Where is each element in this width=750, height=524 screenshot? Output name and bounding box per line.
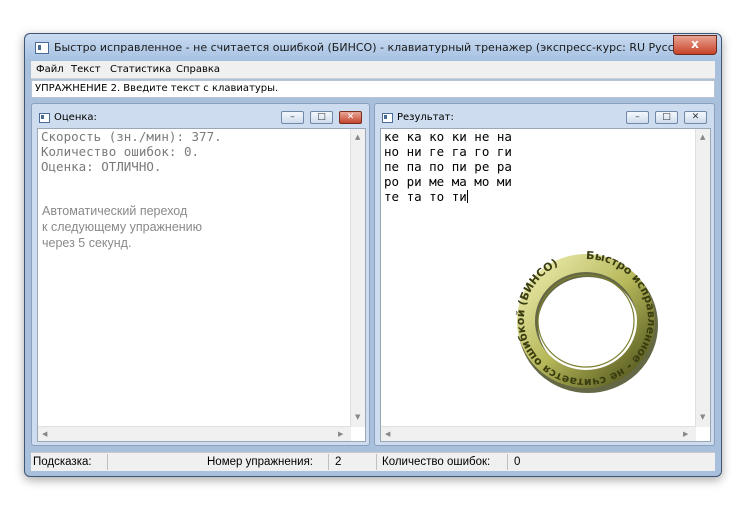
- scroll-right-icon[interactable]: ▶: [683, 430, 688, 438]
- error-count-label: Количество ошибок:: [382, 456, 491, 468]
- score-pane-title: Оценка:: [54, 112, 97, 123]
- app-icon: [35, 42, 49, 54]
- maximize-icon[interactable]: □: [655, 111, 678, 124]
- pane-icon: [39, 113, 50, 123]
- close-icon[interactable]: ✕: [684, 111, 707, 124]
- result-content[interactable]: ке ка ко ки не на но ни ге га го ги пе п…: [380, 128, 711, 442]
- pane-icon: [382, 113, 393, 123]
- score-content: Скорость (зн./мин): 377. Количество ошиб…: [37, 128, 366, 442]
- status-separator: [328, 454, 329, 470]
- minimize-icon[interactable]: –: [626, 111, 649, 124]
- horizontal-scrollbar[interactable]: ◀ ▶: [381, 426, 696, 441]
- vertical-scrollbar[interactable]: ▲ ▼: [350, 129, 365, 427]
- auto-line-2: к следующему упражнению: [42, 220, 203, 234]
- ring-logo: Быстро исправленное - не считается ошибк…: [514, 249, 658, 393]
- close-icon[interactable]: ✕: [339, 111, 362, 124]
- vertical-scrollbar[interactable]: ▲ ▼: [695, 129, 710, 427]
- window-title: Быстро исправленное - не считается ошибк…: [54, 41, 699, 54]
- scroll-up-icon[interactable]: ▲: [700, 133, 705, 141]
- minimize-icon[interactable]: –: [281, 111, 304, 124]
- result-line-4: ро ри ме ма мо ми: [384, 174, 512, 189]
- result-line-5: те та то ти: [384, 189, 468, 204]
- grade-line: Оценка: ОТЛИЧНО.: [41, 159, 162, 174]
- scroll-down-icon[interactable]: ▼: [700, 413, 705, 421]
- exercise-header-text: УПРАЖНЕНИЕ 2. Введите текст с клавиатуры…: [35, 83, 279, 94]
- title-bar[interactable]: Быстро исправленное - не считается ошибк…: [25, 34, 721, 60]
- main-window: Быстро исправленное - не считается ошибк…: [24, 33, 722, 477]
- menu-file[interactable]: Файл: [36, 64, 64, 75]
- horizontal-scrollbar[interactable]: ◀ ▶: [38, 426, 351, 441]
- menu-help[interactable]: Справка: [176, 64, 220, 75]
- status-separator: [107, 454, 108, 470]
- exercise-number-value: 2: [335, 456, 342, 468]
- scroll-right-icon[interactable]: ▶: [338, 430, 343, 438]
- scroll-left-icon[interactable]: ◀: [385, 430, 390, 438]
- scroll-down-icon[interactable]: ▼: [355, 413, 360, 421]
- errors-line: Количество ошибок: 0.: [41, 144, 200, 159]
- status-separator: [376, 454, 377, 470]
- exercise-header: УПРАЖНЕНИЕ 2. Введите текст с клавиатуры…: [31, 80, 715, 98]
- result-pane-title: Результат:: [397, 112, 454, 123]
- menu-statistics[interactable]: Статистика: [110, 64, 171, 75]
- close-button[interactable]: x: [673, 35, 717, 55]
- score-pane: Оценка: – □ ✕ Скорость (зн./мин): 377. К…: [31, 103, 370, 446]
- result-line-1: ке ка ко ки не на: [384, 129, 512, 144]
- error-count-value: 0: [514, 456, 521, 468]
- scroll-left-icon[interactable]: ◀: [42, 430, 47, 438]
- status-bar: Подсказка: Номер упражнения: 2 Количеств…: [31, 452, 715, 471]
- auto-line-3: через 5 секунд.: [42, 236, 132, 250]
- auto-line-1: Автоматический переход: [42, 204, 188, 218]
- result-pane: Результат: – □ ✕ ке ка ко ки не на но ни…: [374, 103, 715, 446]
- menu-text[interactable]: Текст: [71, 64, 101, 75]
- status-separator: [507, 454, 508, 470]
- result-line-2: но ни ге га го ги: [384, 144, 512, 159]
- hint-label: Подсказка:: [33, 456, 92, 468]
- exercise-number-label: Номер упражнения:: [207, 456, 313, 468]
- maximize-icon[interactable]: □: [310, 111, 333, 124]
- menu-bar: Файл Текст Статистика Справка: [31, 61, 715, 79]
- result-line-3: пе па по пи ре ра: [384, 159, 512, 174]
- speed-line: Скорость (зн./мин): 377.: [41, 129, 222, 144]
- scroll-up-icon[interactable]: ▲: [355, 133, 360, 141]
- text-caret: [466, 190, 468, 203]
